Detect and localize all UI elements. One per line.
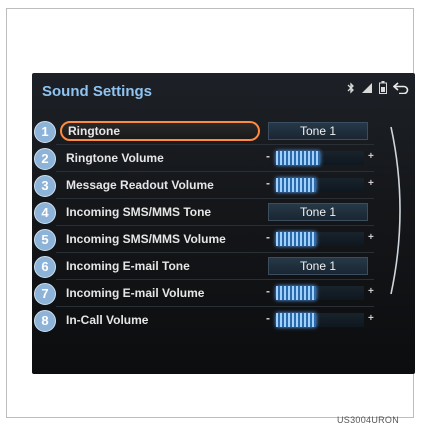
volume-track[interactable] — [276, 286, 364, 300]
item-label: Incoming SMS/MMS Tone — [66, 205, 212, 219]
volume-track[interactable] — [276, 232, 364, 246]
list-item-ringtone-volume[interactable]: 2 Ringtone Volume - + — [34, 148, 394, 170]
volume-slider[interactable]: - + — [266, 230, 374, 248]
volume-slider[interactable]: - + — [266, 149, 374, 167]
list-item-incoming-email-tone[interactable]: 6 Incoming E-mail Tone Tone 1 — [34, 256, 394, 278]
volume-up-button[interactable]: + — [368, 178, 374, 189]
page-title: Sound Settings — [42, 83, 152, 100]
divider — [56, 198, 374, 199]
ringtone-value[interactable]: Tone 1 — [268, 122, 368, 140]
volume-down-button[interactable]: - — [266, 311, 270, 325]
item-label: Ringtone — [68, 124, 120, 138]
volume-down-button[interactable]: - — [266, 284, 270, 298]
signal-icon — [361, 82, 373, 94]
volume-level — [276, 232, 316, 246]
volume-down-button[interactable]: - — [266, 176, 270, 190]
volume-slider[interactable]: - + — [266, 176, 374, 194]
list-item-incoming-email-volume[interactable]: 7 Incoming E-mail Volume - + — [34, 283, 394, 305]
divider — [56, 306, 374, 307]
list-item-incoming-sms-mms-tone[interactable]: 4 Incoming SMS/MMS Tone Tone 1 — [34, 202, 394, 224]
item-label: Message Readout Volume — [66, 178, 214, 192]
volume-up-button[interactable]: + — [368, 286, 374, 297]
item-number: 1 — [34, 121, 56, 143]
item-label: Ringtone Volume — [66, 151, 164, 165]
email-tone-value[interactable]: Tone 1 — [268, 257, 368, 275]
back-icon[interactable] — [393, 81, 409, 94]
item-number: 5 — [34, 229, 56, 251]
item-label: Incoming E-mail Volume — [66, 286, 205, 300]
divider — [56, 171, 374, 172]
item-number: 4 — [34, 202, 56, 224]
volume-up-button[interactable]: + — [368, 232, 374, 243]
volume-track[interactable] — [276, 313, 364, 327]
volume-down-button[interactable]: - — [266, 230, 270, 244]
list-item-in-call-volume[interactable]: 8 In-Call Volume - + — [34, 310, 394, 332]
scroll-indicator[interactable] — [387, 123, 409, 298]
list-item-incoming-sms-mms-volume[interactable]: 5 Incoming SMS/MMS Volume - + — [34, 229, 394, 251]
divider — [56, 144, 374, 145]
item-label: Incoming E-mail Tone — [66, 259, 190, 273]
item-number: 3 — [34, 175, 56, 197]
volume-level — [276, 151, 320, 165]
status-bar — [347, 81, 409, 94]
volume-slider[interactable]: - + — [266, 284, 374, 302]
sound-settings-screen: Sound Settings 1 Ringtone Tone 1 2 Ringt… — [32, 73, 415, 374]
item-label: Incoming SMS/MMS Volume — [66, 232, 226, 246]
sms-tone-value[interactable]: Tone 1 — [268, 203, 368, 221]
volume-level — [276, 286, 316, 300]
volume-up-button[interactable]: + — [368, 151, 374, 162]
divider — [56, 279, 374, 280]
volume-down-button[interactable]: - — [266, 149, 270, 163]
volume-slider[interactable]: - + — [266, 311, 374, 329]
divider — [56, 225, 374, 226]
volume-track[interactable] — [276, 151, 364, 165]
item-number: 2 — [34, 148, 56, 170]
item-number: 7 — [34, 283, 56, 305]
volume-level — [276, 178, 316, 192]
battery-icon — [379, 81, 387, 94]
volume-track[interactable] — [276, 178, 364, 192]
item-label: In-Call Volume — [66, 313, 149, 327]
list-item-message-readout-volume[interactable]: 3 Message Readout Volume - + — [34, 175, 394, 197]
item-number: 8 — [34, 310, 56, 332]
item-number: 6 — [34, 256, 56, 278]
volume-up-button[interactable]: + — [368, 313, 374, 324]
list-item-ringtone[interactable]: 1 Ringtone Tone 1 — [34, 121, 394, 143]
bluetooth-icon — [347, 81, 355, 94]
figure-caption: US3004URON — [337, 415, 400, 425]
volume-level — [276, 313, 316, 327]
divider — [56, 252, 374, 253]
